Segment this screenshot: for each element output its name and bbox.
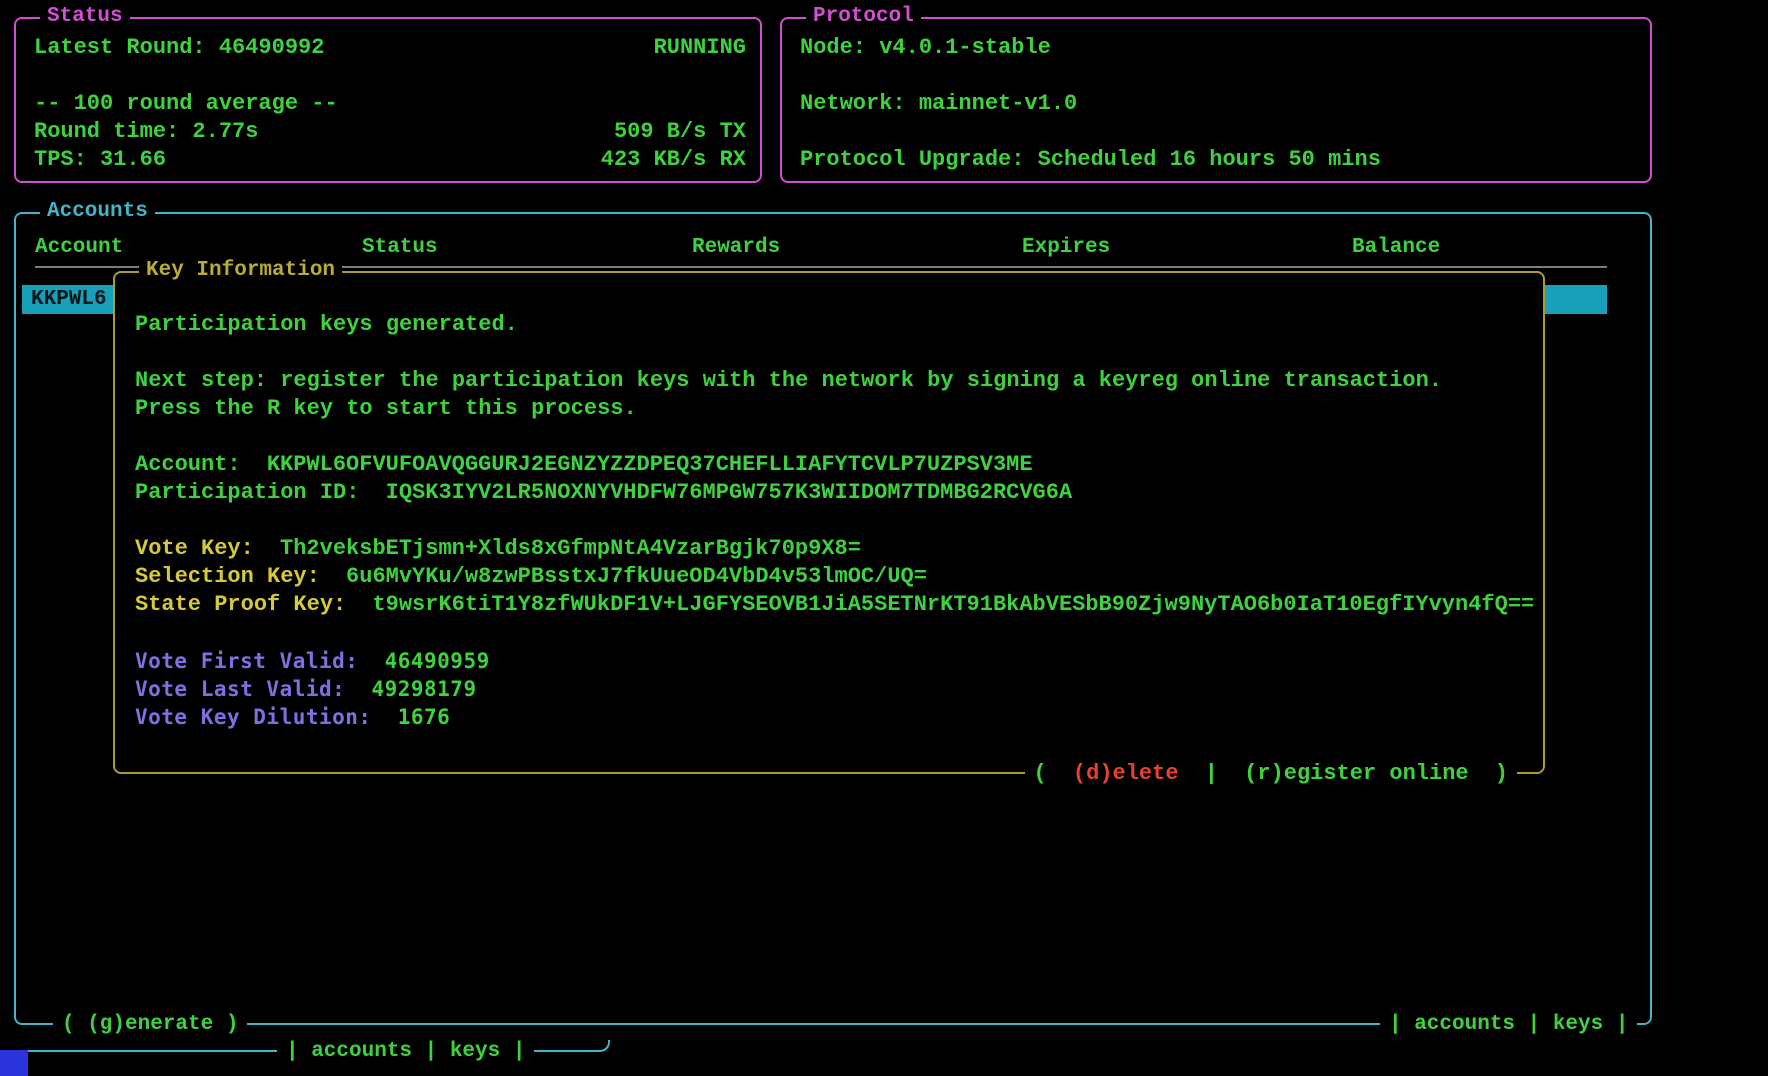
actions-open-paren: ( bbox=[1034, 761, 1047, 786]
tab-bar-right[interactable]: | accounts | keys | bbox=[1380, 1014, 1637, 1036]
node-state-badge: RUNNING bbox=[654, 34, 746, 62]
selection-key-line: Selection Key: 6u6MvYKu/w8zwPBsstxJ7fkUu… bbox=[135, 563, 1537, 591]
keys-generated-message: Participation keys generated. bbox=[135, 311, 1537, 339]
cursor-block bbox=[0, 1050, 28, 1076]
protocol-panel-title: Protocol bbox=[806, 5, 921, 28]
participation-id-label: Participation ID: bbox=[135, 480, 359, 505]
vote-key-dilution-label: Vote Key Dilution: bbox=[135, 705, 372, 729]
actions-close-paren: ) bbox=[1482, 761, 1508, 786]
tab-bar-bottom[interactable]: | accounts | keys | bbox=[277, 1041, 534, 1063]
delete-action[interactable]: (d)elete bbox=[1060, 761, 1179, 786]
rx-rate-text: 423 KB/s RX bbox=[601, 146, 746, 174]
protocol-upgrade-text: Protocol Upgrade: Scheduled 16 hours 50 … bbox=[800, 146, 1381, 174]
node-version-text: Node: v4.0.1-stable bbox=[800, 34, 1051, 62]
vote-first-valid-line: Vote First Valid: 46490959 bbox=[135, 647, 1537, 675]
round-average-header: -- 100 round average -- bbox=[34, 90, 338, 118]
key-information-modal: Key Information Participation keys gener… bbox=[113, 271, 1545, 774]
vote-first-valid-label: Vote First Valid: bbox=[135, 649, 358, 673]
selected-account-text: KKPWL6 bbox=[31, 288, 107, 311]
vote-last-valid-line: Vote Last Valid: 49298179 bbox=[135, 675, 1537, 703]
vote-key-line: Vote Key: Th2veksbETjsmn+Xlds8xGfmpNtA4V… bbox=[135, 535, 1537, 563]
state-proof-key-value: t9wsrK6tiT1Y8zfWUkDF1V+LJGFYSEOVB1JiA5SE… bbox=[359, 592, 1534, 617]
vote-first-valid-value: 46490959 bbox=[372, 649, 490, 673]
participation-id-value: IQSK3IYV2LR5NOXNYVHDFW76MPGW757K3WIIDOM7… bbox=[373, 480, 1073, 505]
account-line: Account: KKPWL6OFVUFOAVQGGURJ2EGNZYZZDPE… bbox=[135, 451, 1537, 479]
selection-key-value: 6u6MvYKu/w8zwPBsstxJ7fkUueOD4VbD4v53lmOC… bbox=[333, 564, 927, 589]
column-header-expires: Expires bbox=[1022, 236, 1110, 259]
actions-separator: | bbox=[1192, 761, 1218, 786]
state-proof-key-line: State Proof Key: t9wsrK6tiT1Y8zfWUkDF1V+… bbox=[135, 591, 1537, 619]
column-header-rewards: Rewards bbox=[692, 236, 780, 259]
vote-key-label: Vote Key: bbox=[135, 536, 254, 561]
tx-rate-text: 509 B/s TX bbox=[614, 118, 746, 146]
latest-round-text: Latest Round: 46490992 bbox=[34, 34, 324, 62]
status-panel-title: Status bbox=[40, 5, 130, 28]
next-step-message: Next step: register the participation ke… bbox=[135, 367, 1537, 395]
network-text: Network: mainnet-v1.0 bbox=[800, 90, 1077, 118]
terminal-screen: Status Latest Round: 46490992 RUNNING --… bbox=[0, 0, 1768, 1076]
column-header-account: Account bbox=[35, 236, 123, 259]
state-proof-key-label: State Proof Key: bbox=[135, 592, 346, 617]
participation-id-line: Participation ID: IQSK3IYV2LR5NOXNYVHDFW… bbox=[135, 479, 1537, 507]
modal-actions-legend: ( (d)elete | (r)egister online ) bbox=[1025, 761, 1517, 787]
vote-key-dilution-value: 1676 bbox=[385, 705, 451, 729]
vote-key-value: Th2veksbETjsmn+Xlds8xGfmpNtA4VzarBgjk70p… bbox=[267, 536, 861, 561]
account-address: KKPWL6OFVUFOAVQGGURJ2EGNZYZZDPEQ37CHEFLL… bbox=[254, 452, 1033, 477]
column-header-status: Status bbox=[362, 236, 438, 259]
generate-action[interactable]: ( (g)enerate ) bbox=[53, 1014, 247, 1036]
account-label: Account: bbox=[135, 452, 241, 477]
protocol-panel: Protocol Node: v4.0.1-stable Network: ma… bbox=[780, 17, 1652, 183]
vote-last-valid-value: 49298179 bbox=[358, 677, 476, 701]
status-panel: Status Latest Round: 46490992 RUNNING --… bbox=[14, 17, 762, 183]
column-header-balance: Balance bbox=[1352, 236, 1440, 259]
vote-key-dilution-line: Vote Key Dilution: 1676 bbox=[135, 703, 1537, 731]
press-r-message: Press the R key to start this process. bbox=[135, 395, 1537, 423]
tps-text: TPS: 31.66 bbox=[34, 146, 166, 174]
vote-last-valid-label: Vote Last Valid: bbox=[135, 677, 345, 701]
accounts-panel-title: Accounts bbox=[40, 200, 155, 223]
register-online-action[interactable]: (r)egister online bbox=[1231, 761, 1468, 786]
key-information-title: Key Information bbox=[139, 259, 342, 282]
round-time-text: Round time: 2.77s bbox=[34, 118, 258, 146]
selection-key-label: Selection Key: bbox=[135, 564, 320, 589]
